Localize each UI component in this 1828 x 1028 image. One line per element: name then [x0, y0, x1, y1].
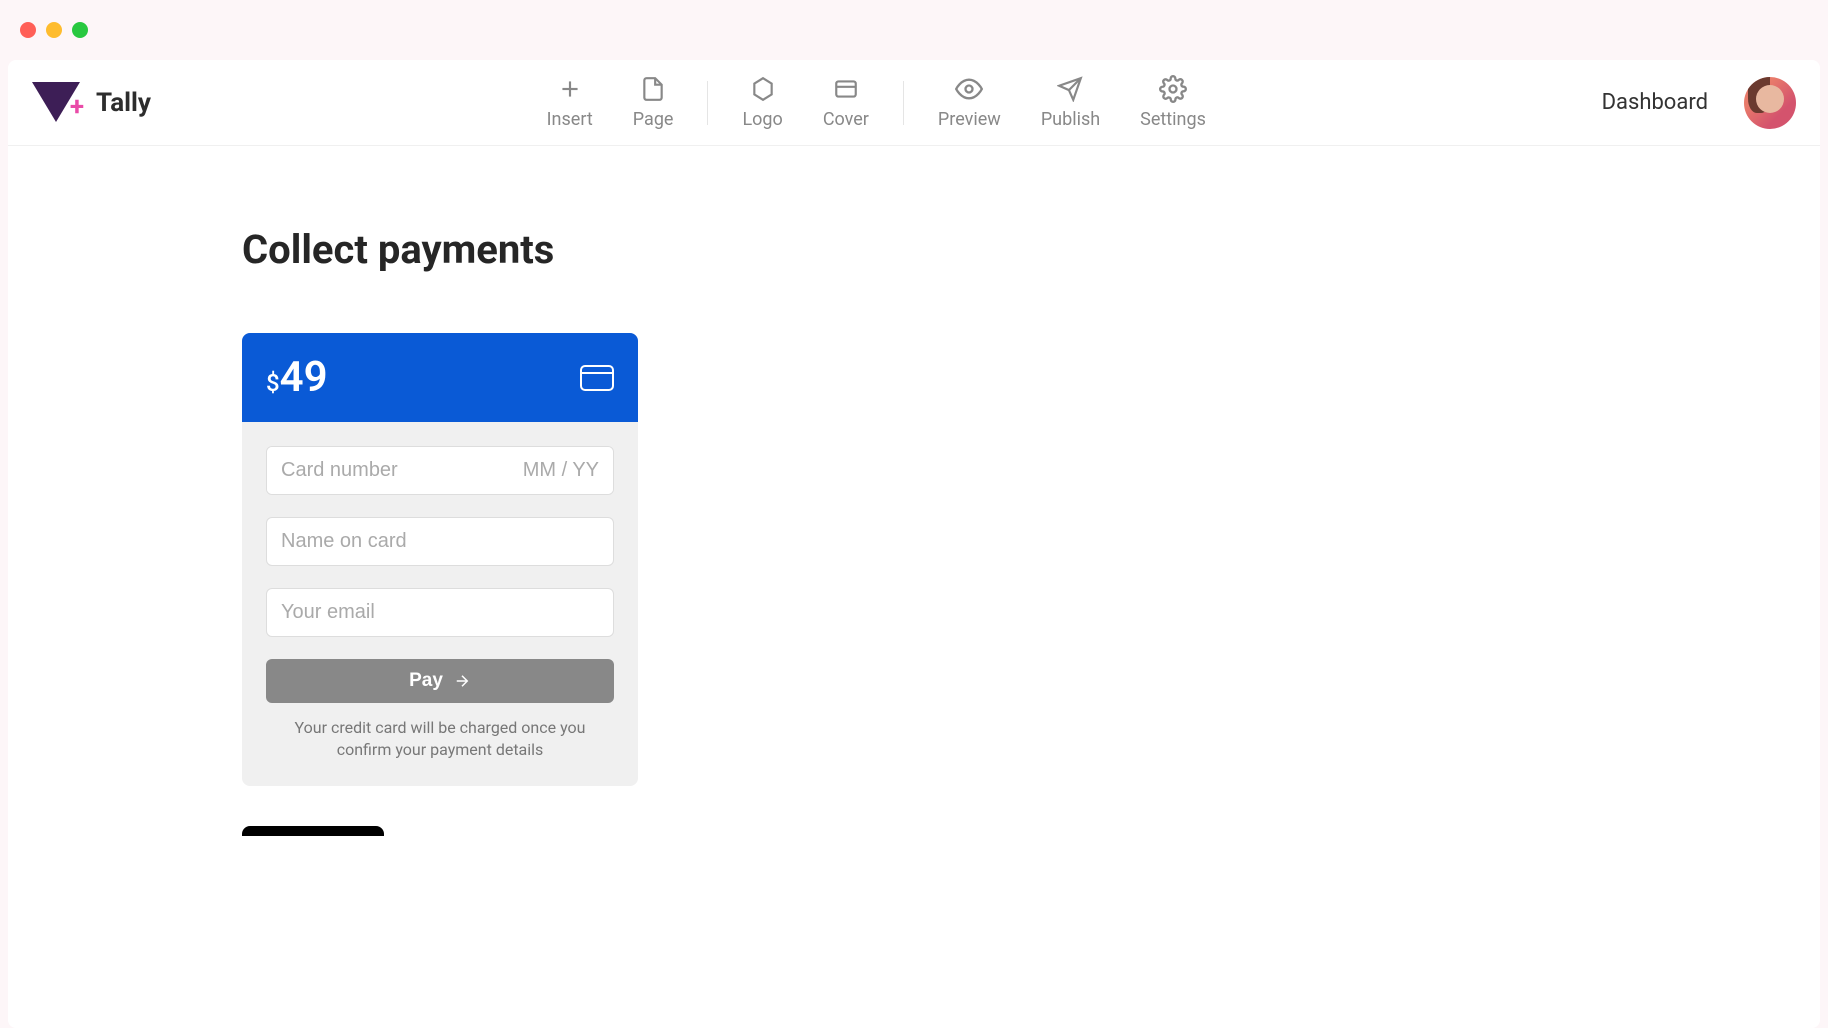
toolbar: Insert Page Logo [531, 71, 1222, 134]
toolbar-label: Publish [1041, 109, 1100, 130]
settings-button[interactable]: Settings [1124, 71, 1222, 134]
price-header: $ 49 [242, 333, 638, 422]
page-icon [639, 75, 667, 103]
avatar[interactable] [1744, 77, 1796, 129]
brand-name: Tally [96, 88, 151, 118]
cover-icon [832, 75, 860, 103]
email-input[interactable] [266, 588, 614, 637]
toolbar-label: Cover [823, 109, 869, 130]
gear-icon [1159, 75, 1187, 103]
send-icon [1056, 75, 1084, 103]
logo-button[interactable]: Logo [726, 71, 798, 134]
maximize-window-button[interactable] [72, 22, 88, 38]
toolbar-label: Insert [547, 109, 593, 130]
page-button[interactable]: Page [617, 71, 690, 134]
toolbar-label: Page [633, 109, 674, 130]
divider [707, 81, 708, 125]
insert-button[interactable]: Insert [531, 71, 609, 134]
payment-form: Pay Your credit card will be charged onc… [242, 422, 638, 786]
publish-button[interactable]: Publish [1025, 71, 1116, 134]
payment-card: $ 49 Pay Y [242, 333, 638, 786]
pay-button-label: Pay [409, 670, 443, 692]
logo-icon: + [32, 82, 80, 124]
toolbar-label: Settings [1140, 109, 1206, 130]
pay-button[interactable]: Pay [266, 659, 614, 703]
cover-button[interactable]: Cover [807, 71, 885, 134]
main-container: + Tally Insert Page [8, 60, 1820, 1028]
credit-card-icon [580, 365, 614, 391]
page-title: Collect payments [242, 226, 1586, 273]
submit-button[interactable] [242, 826, 384, 836]
close-window-button[interactable] [20, 22, 36, 38]
toolbar-label: Preview [938, 109, 1001, 130]
eye-icon [955, 75, 983, 103]
hexagon-icon [749, 75, 777, 103]
logo-section[interactable]: + Tally [32, 82, 151, 124]
arrow-right-icon [453, 672, 471, 690]
card-name-input[interactable] [266, 517, 614, 566]
preview-button[interactable]: Preview [922, 71, 1017, 134]
toolbar-label: Logo [742, 109, 782, 130]
dashboard-link[interactable]: Dashboard [1602, 90, 1708, 115]
header-right: Dashboard [1602, 77, 1796, 129]
plus-icon [556, 75, 584, 103]
window-controls [0, 0, 1828, 60]
content: Collect payments $ 49 [8, 146, 1820, 916]
divider [903, 81, 904, 125]
price-amount: 49 [280, 353, 328, 402]
currency-symbol: $ [266, 369, 280, 397]
minimize-window-button[interactable] [46, 22, 62, 38]
price-display: $ 49 [266, 353, 328, 402]
header: + Tally Insert Page [8, 60, 1820, 146]
card-number-input[interactable] [267, 447, 503, 494]
card-number-row [266, 446, 614, 495]
card-expiry-input[interactable] [503, 447, 613, 494]
payment-disclaimer: Your credit card will be charged once yo… [266, 717, 614, 762]
